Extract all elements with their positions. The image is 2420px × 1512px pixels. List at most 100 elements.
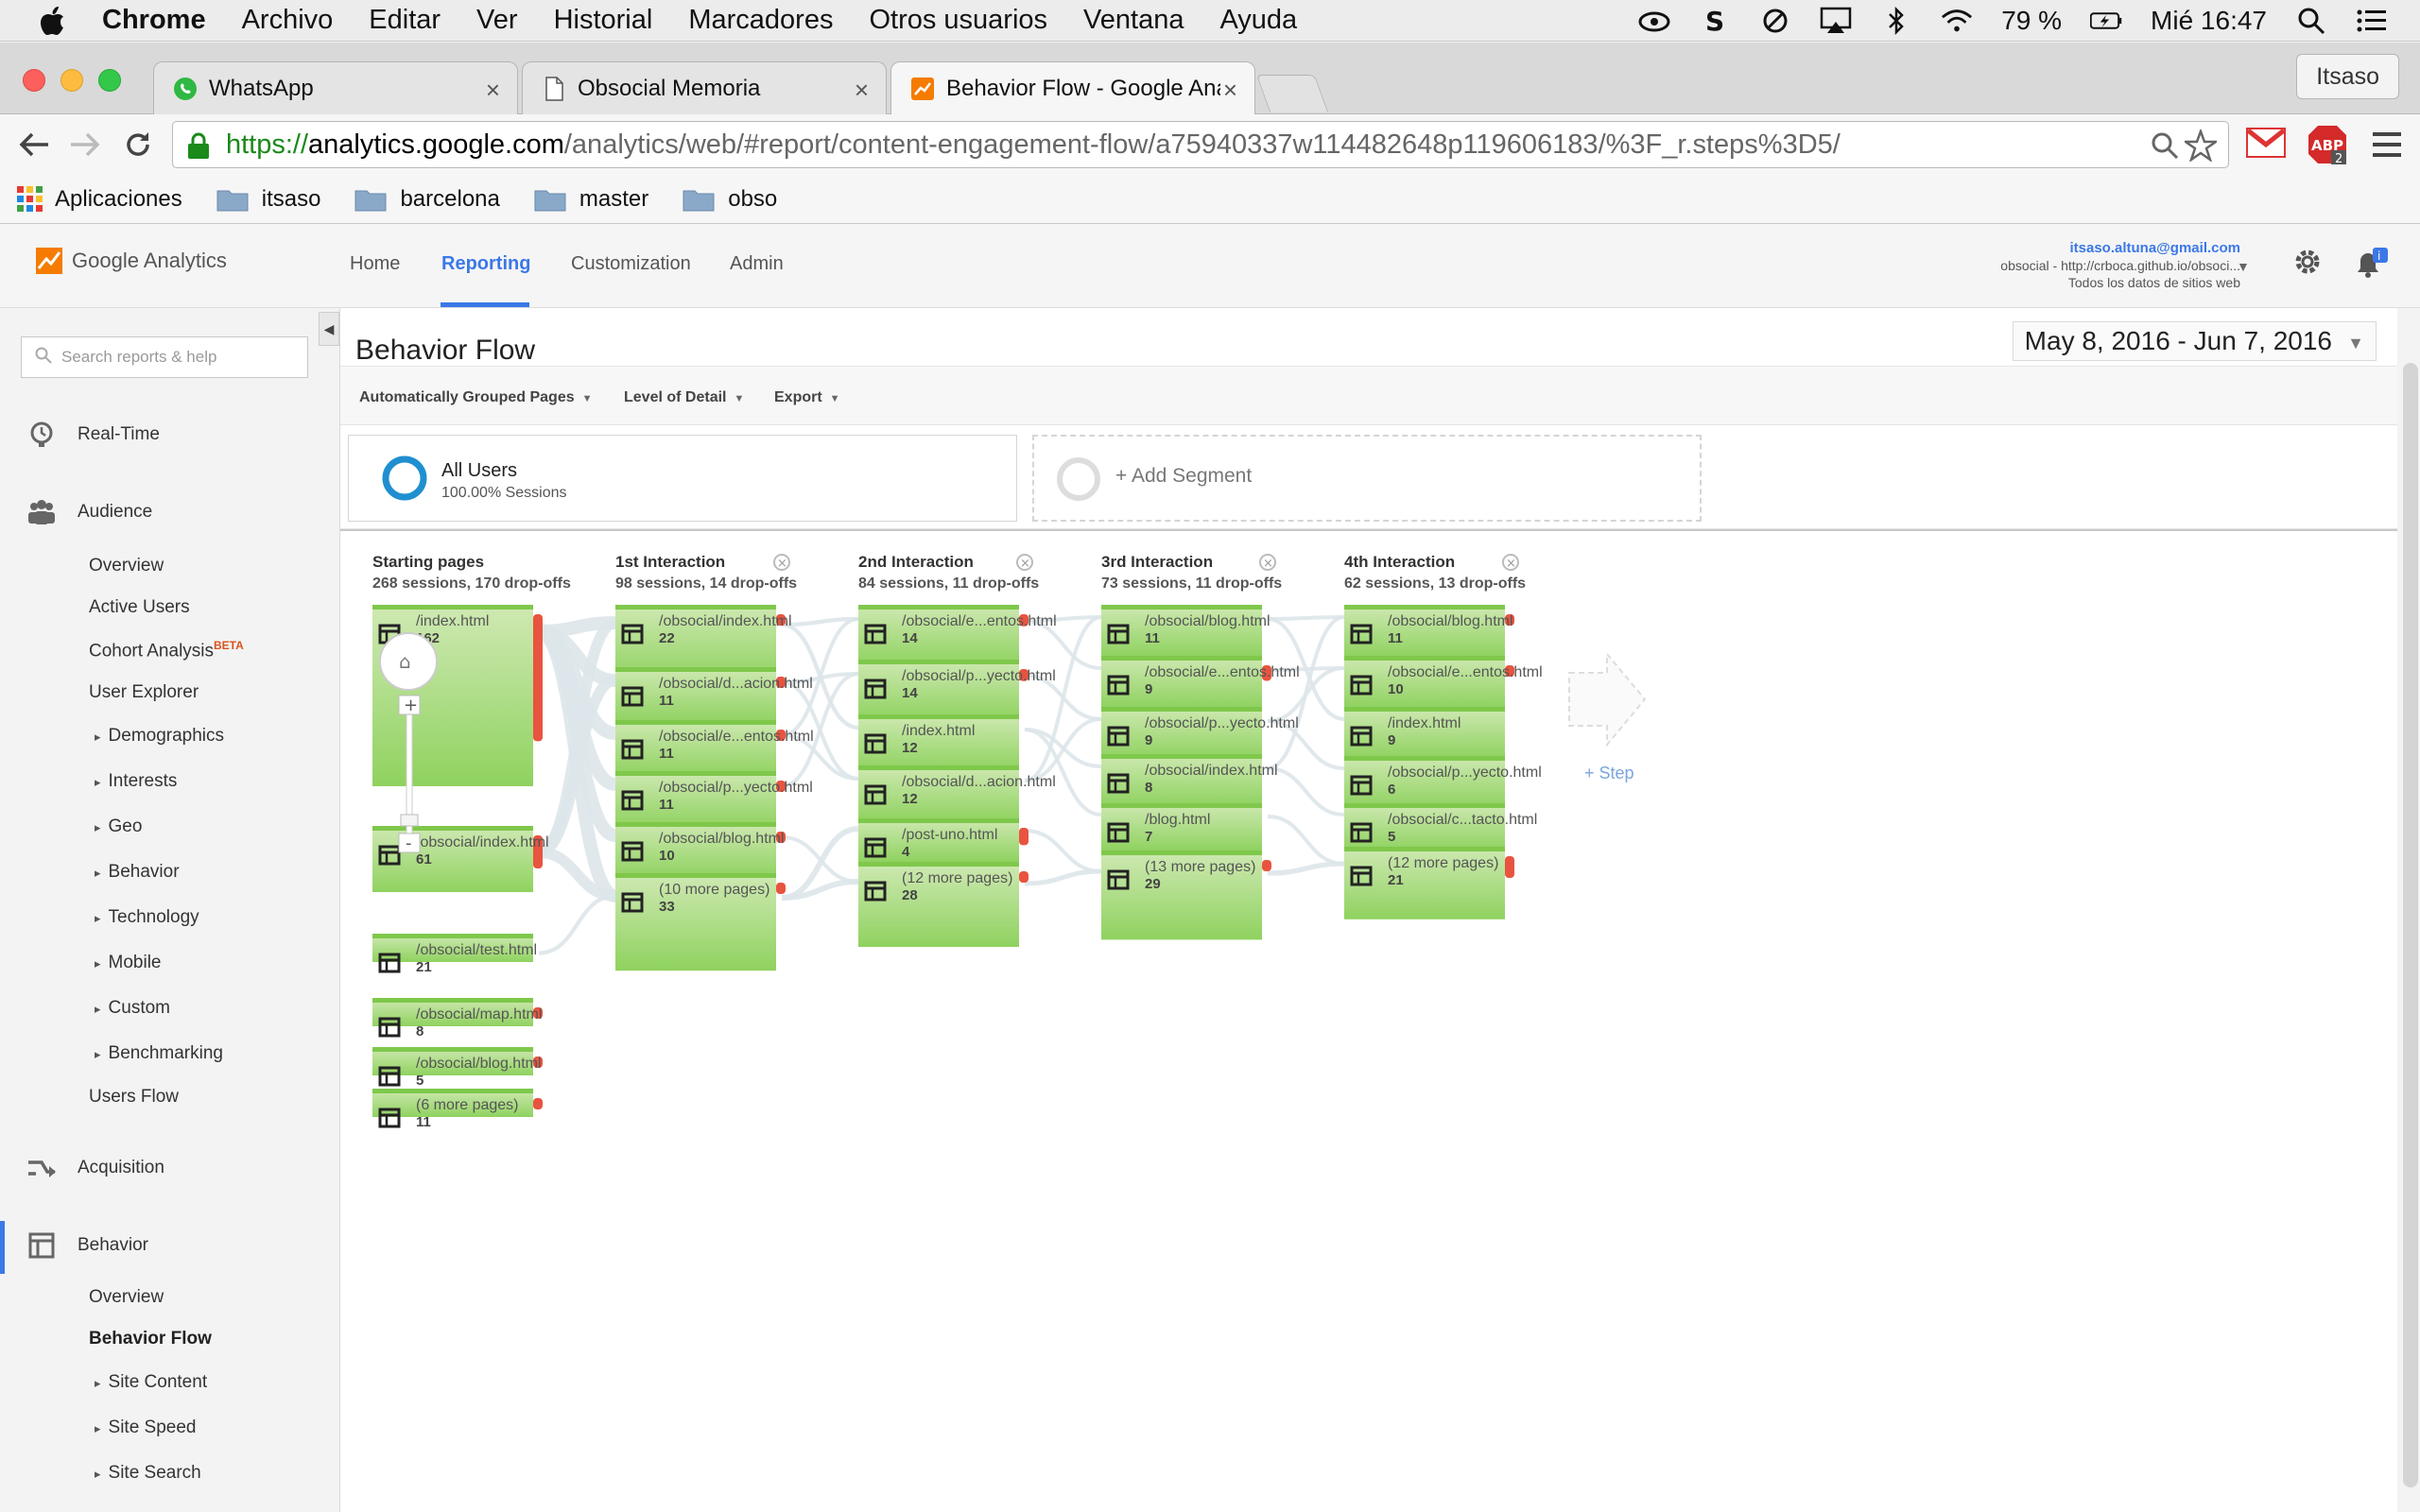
apple-icon[interactable] [36, 4, 70, 38]
flow-node[interactable]: /obsocial/blog.html11 [1101, 605, 1270, 657]
sidebar-item-mobile[interactable]: Mobile [95, 953, 162, 973]
menu-historial[interactable]: Historial [554, 5, 653, 36]
sidebar-item-technology[interactable]: Technology [95, 907, 199, 928]
address-bar[interactable]: https://analytics.google.com/analytics/w… [172, 121, 2229, 168]
tab-close-icon[interactable]: × [1223, 76, 1237, 105]
sidebar-item-users-flow[interactable]: Users Flow [89, 1087, 179, 1108]
dropoff-bar[interactable] [1262, 860, 1271, 871]
sidebar-section-acquisition[interactable]: Acquisition [26, 1153, 164, 1183]
add-step-arrow[interactable]: + Step [1568, 651, 1647, 782]
creative-cloud-icon[interactable] [1638, 5, 1670, 37]
grouped-pages-dropdown[interactable]: Automatically Grouped Pages ▼ [359, 389, 593, 406]
ga-logo[interactable]: Google Analytics [36, 248, 227, 274]
flow-node[interactable]: /index.html12 [858, 714, 1019, 771]
sidebar-item-interests[interactable]: Interests [95, 771, 178, 792]
forward-icon[interactable] [66, 126, 104, 163]
add-segment-button[interactable]: + Add Segment [1032, 435, 1702, 522]
flow-node[interactable]: (6 more pages)11 [372, 1089, 543, 1130]
add-step-label[interactable]: + Step [1584, 764, 1634, 782]
bookmark-folder-master[interactable]: master [534, 186, 648, 213]
flow-node[interactable]: /obsocial/test.html21 [372, 934, 537, 975]
skype-icon[interactable]: S [1699, 5, 1731, 37]
flow-node[interactable]: /obsocial/blog.html5 [372, 1047, 543, 1089]
flow-node[interactable]: (12 more pages)21 [1344, 847, 1514, 919]
bookmark-folder-barcelona[interactable]: barcelona [354, 186, 500, 213]
dropoff-bar[interactable] [533, 614, 543, 742]
flow-node[interactable]: /obsocial/p...yecto.html9 [1101, 707, 1299, 759]
tab-close-icon[interactable]: × [486, 76, 500, 105]
export-dropdown[interactable]: Export ▼ [774, 389, 840, 406]
menu-editar[interactable]: Editar [369, 5, 441, 36]
flow-node[interactable]: /obsocial/d...acion.html11 [615, 667, 813, 724]
home-icon[interactable]: ⌂ [399, 650, 411, 673]
notifications-bell-icon[interactable]: i [2354, 248, 2388, 284]
settings-gear-icon[interactable] [2293, 248, 2322, 281]
dropoff-bar[interactable] [1019, 828, 1028, 846]
level-of-detail-dropdown[interactable]: Level of Detail ▼ [624, 389, 744, 406]
sidebar-item-benchmarking[interactable]: Benchmarking [95, 1043, 223, 1064]
sidebar-item-behavior[interactable]: Behavior [95, 862, 180, 883]
zoom-window-button[interactable] [98, 69, 121, 92]
sidebar-section-realtime[interactable]: Real-Time [26, 420, 160, 450]
flow-node[interactable]: /obsocial/blog.html11 [1344, 605, 1514, 657]
tab-close-icon[interactable]: × [855, 76, 869, 105]
menu-ayuda[interactable]: Ayuda [1219, 5, 1297, 36]
flow-node[interactable]: /obsocial/e...entos.html10 [1344, 656, 1543, 708]
sidebar-item-user-explorer[interactable]: User Explorer [89, 682, 199, 703]
bookmark-star-icon[interactable] [2182, 128, 2220, 169]
flow-node[interactable]: /index.html162 [372, 605, 543, 786]
dropoff-bar[interactable] [533, 1098, 543, 1109]
tab-obsocial-memoria[interactable]: Obsocial Memoria × [522, 61, 887, 114]
flow-node[interactable]: /obsocial/d...acion.html12 [858, 765, 1056, 822]
adblock-plus-icon[interactable]: ABP 2 [2307, 124, 2348, 170]
minimize-window-button[interactable] [60, 69, 83, 92]
vertical-scrollbar[interactable] [2403, 363, 2418, 1487]
flow-node[interactable]: /obsocial/e...entos.html14 [858, 605, 1057, 665]
account-dropdown-icon[interactable]: ▼ [2237, 259, 2250, 274]
sidebar-item-active-users[interactable]: Active Users [89, 597, 190, 618]
sidebar-section-audience[interactable]: Audience [26, 497, 152, 527]
sidebar-item-custom[interactable]: Custom [95, 998, 170, 1019]
nav-home[interactable]: Home [350, 253, 400, 275]
flow-node[interactable]: /index.html9 [1344, 707, 1505, 759]
do-not-disturb-icon[interactable] [1759, 5, 1791, 37]
sidebar-item-cohort-analysis[interactable]: Cohort AnalysisBETA [89, 639, 244, 662]
sidebar-item-geo[interactable]: Geo [95, 816, 143, 837]
dropoff-bar[interactable] [1505, 856, 1514, 879]
date-range-picker[interactable]: May 8, 2016 - Jun 7, 2016 ▼ [2012, 321, 2377, 361]
search-reports-input[interactable]: Search reports & help [21, 336, 308, 378]
dropoff-bar[interactable] [1019, 871, 1028, 883]
menu-marcadores[interactable]: Marcadores [688, 5, 833, 36]
flow-node[interactable]: /obsocial/c...tacto.html5 [1344, 803, 1537, 851]
sidebar-item-behavior-overview[interactable]: Overview [89, 1287, 164, 1308]
close-window-button[interactable] [23, 69, 45, 92]
menu-archivo[interactable]: Archivo [242, 5, 334, 36]
flow-node[interactable]: /obsocial/index.html8 [1101, 754, 1278, 806]
bluetooth-icon[interactable] [1880, 5, 1912, 37]
sidebar-section-behavior[interactable]: Behavior [26, 1230, 148, 1261]
flow-node[interactable]: /obsocial/e...entos.html9 [1101, 656, 1300, 708]
menu-ventana[interactable]: Ventana [1083, 5, 1184, 36]
tab-behavior-flow[interactable]: Behavior Flow - Google Ana × [890, 61, 1255, 115]
bookmark-folder-itsaso[interactable]: itsaso [216, 186, 320, 213]
gmail-extension-icon[interactable] [2246, 128, 2286, 163]
flow-node[interactable]: /obsocial/blog.html10 [615, 822, 786, 879]
segment-all-users[interactable]: All Users 100.00% Sessions [348, 435, 1017, 522]
flow-node[interactable]: /obsocial/p...yecto.html11 [615, 771, 813, 828]
nav-customization[interactable]: Customization [571, 253, 691, 275]
zoom-slider-handle[interactable] [400, 814, 419, 827]
account-selector[interactable]: itsaso.altuna@gmail.com obsocial - http:… [2000, 240, 2240, 291]
spotlight-search-icon[interactable] [2295, 5, 2327, 37]
flow-node[interactable]: (13 more pages)29 [1101, 850, 1271, 940]
notification-center-icon[interactable] [2356, 5, 2388, 37]
sidebar-item-overview[interactable]: Overview [89, 556, 164, 576]
flow-node[interactable]: /post-uno.html4 [858, 818, 1028, 862]
nav-reporting[interactable]: Reporting [441, 253, 530, 275]
airplay-icon[interactable] [1820, 5, 1852, 37]
chrome-menu-icon[interactable] [2373, 131, 2401, 163]
sidebar-item-site-search[interactable]: Site Search [95, 1463, 201, 1484]
nav-admin[interactable]: Admin [730, 253, 784, 275]
flow-node[interactable]: /obsocial/map.html8 [372, 998, 543, 1040]
profile-button[interactable]: Itsaso [2296, 54, 2399, 99]
sidebar-collapse-button[interactable]: ◀ [319, 312, 339, 346]
